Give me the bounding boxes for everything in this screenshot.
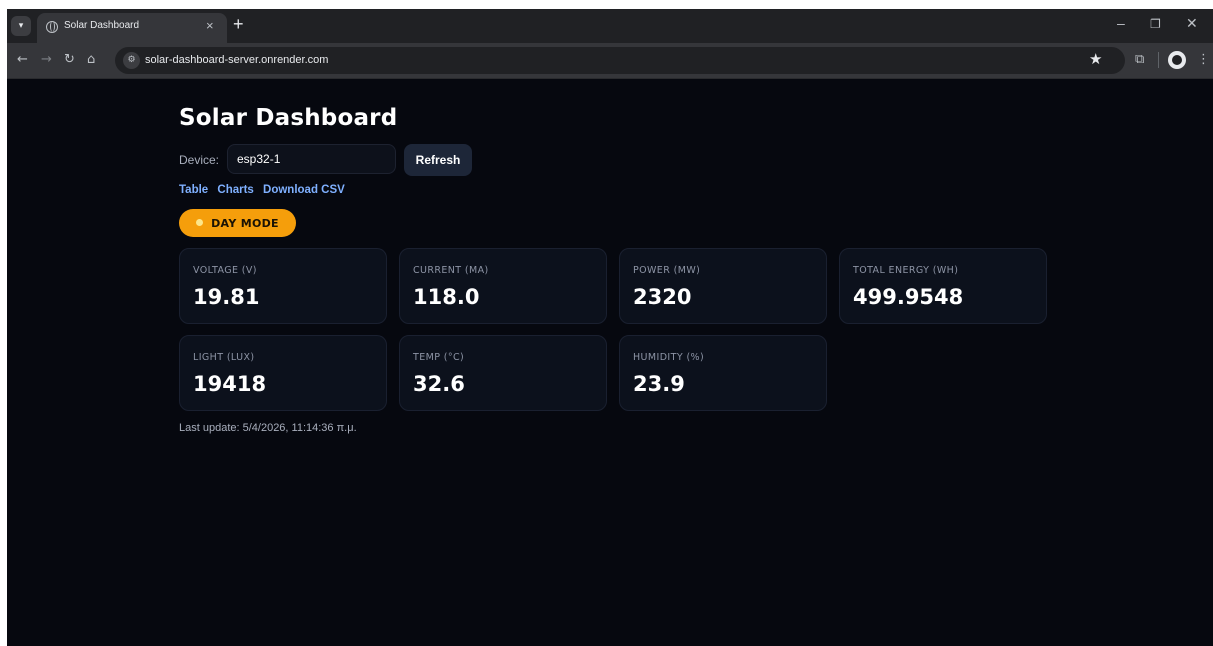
last-update-text: Last update: 5/4/2026, 11:14:36 π.μ. <box>179 422 357 434</box>
mode-label: DAY MODE <box>211 216 279 230</box>
site-info-icon[interactable]: ⚙ <box>123 52 140 69</box>
card-label: TOTAL ENERGY (WH) <box>853 265 959 276</box>
maximize-icon[interactable]: ❐ <box>1150 17 1161 31</box>
reload-icon[interactable]: ↻ <box>64 52 75 68</box>
refresh-button[interactable]: Refresh <box>404 144 472 176</box>
star-icon[interactable]: ★ <box>1089 50 1102 68</box>
new-tab-button[interactable]: + <box>233 14 244 34</box>
current-card: CURRENT (MA) 118.0 <box>399 248 607 324</box>
extensions-icon[interactable]: ⧉ <box>1135 52 1144 67</box>
sun-icon <box>196 218 204 226</box>
card-label: LIGHT (LUX) <box>193 352 255 363</box>
card-label: TEMP (°C) <box>413 352 465 363</box>
card-value: 32.6 <box>413 372 465 396</box>
light-card: LIGHT (LUX) 19418 <box>179 335 387 411</box>
tab-search-icon[interactable]: ▾ <box>11 16 31 36</box>
card-value: 2320 <box>633 285 692 309</box>
home-icon[interactable]: ⌂ <box>87 52 95 68</box>
page-content: Solar Dashboard Device: Refresh Table Ch… <box>7 79 1213 646</box>
tab-title: Solar Dashboard <box>64 20 140 31</box>
forward-icon[interactable]: → <box>41 52 52 68</box>
card-value: 19.81 <box>193 285 260 309</box>
device-label: Device: <box>179 153 220 167</box>
voltage-card: VOLTAGE (V) 19.81 <box>179 248 387 324</box>
minimize-icon[interactable]: – <box>1117 15 1125 31</box>
view-links: Table Charts Download CSV <box>179 184 351 196</box>
card-value: 23.9 <box>633 372 685 396</box>
humidity-card: HUMIDITY (%) 23.9 <box>619 335 827 411</box>
browser-window: ▾ Solar Dashboard × + – ❐ ✕ ← → ↻ ⌂ ⚙ so… <box>7 9 1213 646</box>
globe-icon <box>46 21 58 33</box>
profile-icon[interactable] <box>1168 51 1186 69</box>
menu-icon[interactable]: ⋮ <box>1197 52 1210 67</box>
card-value: 118.0 <box>413 285 480 309</box>
charts-link[interactable]: Charts <box>217 184 253 196</box>
table-link[interactable]: Table <box>179 184 208 196</box>
download-csv-link[interactable]: Download CSV <box>263 184 345 196</box>
address-bar[interactable]: ⚙ solar-dashboard-server.onrender.com ★ <box>115 47 1125 74</box>
card-value: 499.9548 <box>853 285 964 309</box>
tab-strip: ▾ Solar Dashboard × + – ❐ ✕ <box>7 9 1213 43</box>
temp-card: TEMP (°C) 32.6 <box>399 335 607 411</box>
card-label: POWER (MW) <box>633 265 701 276</box>
power-card: POWER (MW) 2320 <box>619 248 827 324</box>
total-energy-card: TOTAL ENERGY (WH) 499.9548 <box>839 248 1047 324</box>
card-value: 19418 <box>193 372 267 396</box>
url-text[interactable]: solar-dashboard-server.onrender.com <box>145 54 328 66</box>
card-label: CURRENT (MA) <box>413 265 489 276</box>
close-icon[interactable]: ✕ <box>1186 15 1198 32</box>
day-mode-button[interactable]: DAY MODE <box>179 209 296 237</box>
back-icon[interactable]: ← <box>17 52 28 68</box>
device-input[interactable] <box>227 144 396 174</box>
toolbar-divider <box>1158 52 1159 68</box>
tab-close-icon[interactable]: × <box>206 18 214 33</box>
card-label: VOLTAGE (V) <box>193 265 257 276</box>
tab-solar-dashboard[interactable]: Solar Dashboard × <box>37 13 227 43</box>
page-title: Solar Dashboard <box>179 105 398 131</box>
card-label: HUMIDITY (%) <box>633 352 705 363</box>
browser-toolbar: ← → ↻ ⌂ ⚙ solar-dashboard-server.onrende… <box>7 43 1213 79</box>
